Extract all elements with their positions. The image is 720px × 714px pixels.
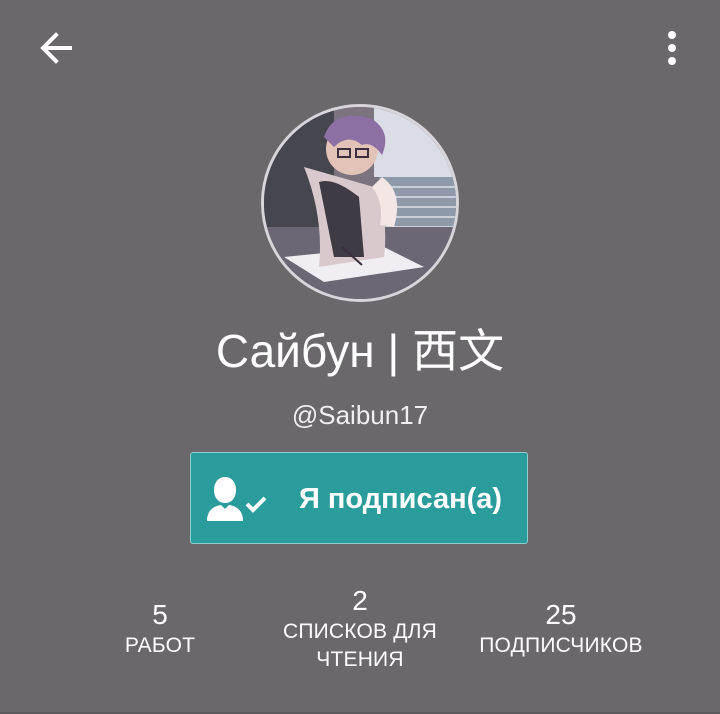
stat-followers-count: 25 bbox=[545, 599, 577, 630]
user-avatar[interactable] bbox=[261, 104, 459, 302]
stat-reading-lists-label: СПИСКОВ ДЛЯ ЧТЕНИЯ bbox=[282, 620, 438, 671]
stat-works-label: РАБОТ bbox=[124, 634, 196, 657]
back-button[interactable] bbox=[30, 24, 82, 72]
stat-works[interactable]: 5 РАБОТ bbox=[100, 598, 220, 660]
profile-header bbox=[0, 0, 720, 96]
more-vertical-icon bbox=[668, 31, 676, 65]
profile-handle: @Saibun17 bbox=[291, 400, 429, 430]
stat-followers-label: ПОДПИСЧИКОВ bbox=[479, 634, 643, 657]
user-avatar-image bbox=[264, 107, 456, 299]
user-check-icon bbox=[207, 477, 267, 521]
stat-reading-lists-count: 2 bbox=[352, 585, 368, 616]
stat-reading-lists[interactable]: 2 СПИСКОВ ДЛЯ ЧТЕНИЯ bbox=[260, 584, 460, 674]
more-options-button[interactable] bbox=[650, 24, 694, 72]
stat-followers[interactable]: 25 ПОДПИСЧИКОВ bbox=[456, 598, 666, 660]
arrow-left-icon bbox=[40, 32, 72, 64]
stat-works-count: 5 bbox=[152, 599, 168, 630]
following-button-label: Я подписан(а) bbox=[299, 483, 503, 515]
profile-display-name: Сайбун | 西文 bbox=[215, 325, 505, 377]
following-button[interactable]: Я подписан(а) bbox=[190, 452, 528, 544]
